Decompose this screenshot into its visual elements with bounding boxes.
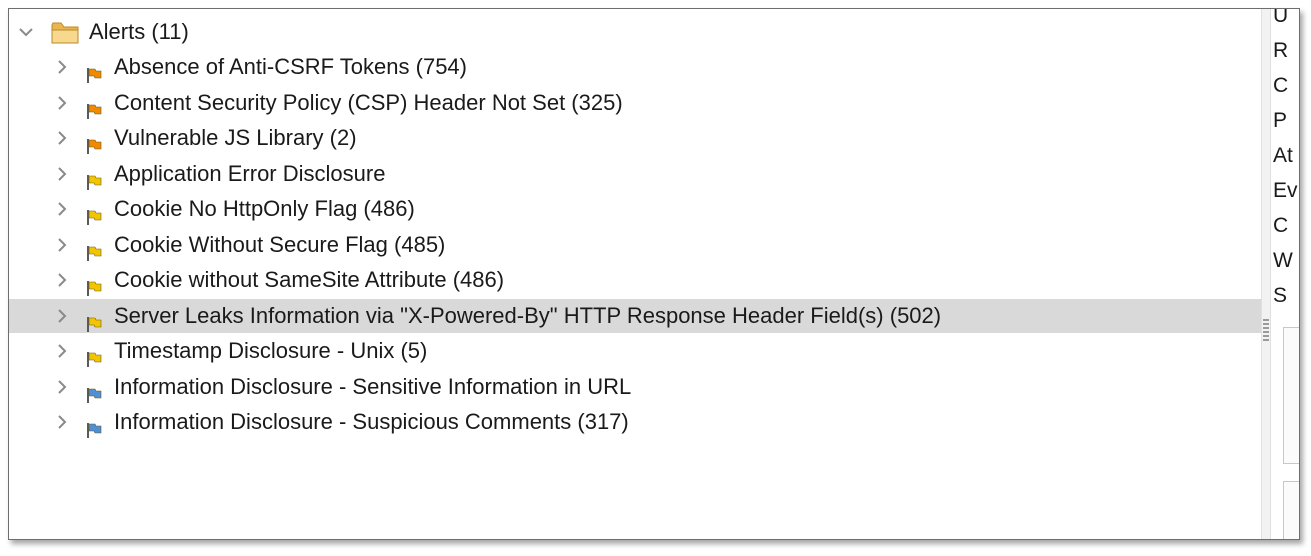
flag-icon — [86, 130, 102, 154]
alert-tree-item-label: Content Security Policy (CSP) Header Not… — [114, 89, 623, 115]
alert-tree-item[interactable]: Absence of Anti-CSRF Tokens (754) — [9, 50, 1261, 84]
details-field-label: Ev — [1273, 179, 1298, 202]
alert-tree-item-label: Application Error Disclosure — [114, 160, 386, 186]
alert-tree-item-label: Cookie Without Secure Flag (485) — [114, 231, 446, 257]
folder-icon — [51, 19, 79, 45]
alert-tree-item-label: Cookie without SameSite Attribute (486) — [114, 267, 505, 292]
alert-tree-item-label: Server Leaks Information via "X-Powered-… — [114, 302, 942, 328]
alert-tree-item-label: Cookie No HttpOnly Flag (486) — [114, 196, 415, 221]
details-field-label: W — [1273, 249, 1293, 272]
tree-root-label: Alerts (11) — [89, 19, 189, 44]
flag-icon — [86, 379, 102, 403]
alert-tree-item-label: Timestamp Disclosure - Unix (5) — [114, 338, 428, 363]
chevron-right-icon[interactable] — [53, 263, 71, 297]
alert-tree-item-label: Vulnerable JS Library (2) — [114, 125, 357, 150]
details-field-label: U — [1273, 9, 1289, 27]
chevron-right-icon[interactable] — [53, 86, 71, 120]
details-field-label: R — [1273, 39, 1289, 62]
alert-tree-item-label: Absence of Anti-CSRF Tokens (754) — [114, 54, 467, 79]
details-text-area[interactable] — [1283, 481, 1299, 539]
chevron-right-icon[interactable] — [53, 50, 71, 84]
chevron-right-icon[interactable] — [53, 334, 71, 368]
details-field-label: S — [1273, 284, 1288, 307]
alert-tree-item[interactable]: Server Leaks Information via "X-Powered-… — [9, 298, 1261, 333]
flag-icon — [86, 237, 102, 261]
chevron-right-icon[interactable] — [53, 299, 71, 333]
flag-icon — [86, 272, 102, 296]
details-field-label: C — [1273, 214, 1289, 237]
alert-tree-item-label: Information Disclosure - Sensitive Infor… — [114, 373, 632, 399]
flag-icon — [86, 308, 102, 332]
chevron-right-icon[interactable] — [53, 157, 71, 191]
alerts-window: Alerts (11) Absence of Anti-CSRF Tokens … — [8, 8, 1300, 540]
alert-tree-item[interactable]: Cookie Without Secure Flag (485) — [9, 228, 1261, 262]
alert-tree-item[interactable]: Information Disclosure - Suspicious Comm… — [9, 405, 1261, 439]
details-field-label: C — [1273, 74, 1289, 97]
alerts-tree: Alerts (11) Absence of Anti-CSRF Tokens … — [9, 9, 1261, 539]
alert-tree-item[interactable]: Cookie without SameSite Attribute (486) — [9, 263, 1261, 297]
splitter-grip[interactable] — [1263, 319, 1269, 341]
alert-tree-item[interactable]: Application Error Disclosure — [9, 157, 1261, 191]
alert-tree-item[interactable]: Timestamp Disclosure - Unix (5) — [9, 334, 1261, 368]
alert-tree-item[interactable]: Information Disclosure - Sensitive Infor… — [9, 370, 1261, 404]
flag-icon — [86, 414, 102, 438]
flag-icon — [86, 95, 102, 119]
chevron-right-icon[interactable] — [53, 405, 71, 439]
tree-root-alerts[interactable]: Alerts (11) — [9, 15, 1261, 49]
chevron-right-icon[interactable] — [53, 121, 71, 155]
alert-tree-item[interactable]: Vulnerable JS Library (2) — [9, 121, 1261, 155]
flag-icon — [86, 166, 102, 190]
alert-tree-item-label: Information Disclosure - Suspicious Comm… — [114, 409, 629, 434]
chevron-right-icon[interactable] — [53, 192, 71, 226]
chevron-down-icon[interactable] — [17, 15, 35, 49]
details-pane-partial: U R C P At Ev C W S — [1271, 9, 1299, 539]
details-text-area[interactable] — [1283, 327, 1299, 464]
chevron-right-icon[interactable] — [53, 228, 71, 262]
chevron-right-icon[interactable] — [53, 370, 71, 404]
flag-icon — [86, 201, 102, 225]
details-field-label: At — [1273, 144, 1293, 167]
details-field-label: P — [1273, 109, 1288, 132]
flag-icon — [86, 343, 102, 367]
pane-splitter[interactable] — [1261, 9, 1271, 539]
alert-tree-item[interactable]: Content Security Policy (CSP) Header Not… — [9, 86, 1261, 120]
flag-icon — [86, 59, 102, 83]
alert-tree-item[interactable]: Cookie No HttpOnly Flag (486) — [9, 192, 1261, 226]
